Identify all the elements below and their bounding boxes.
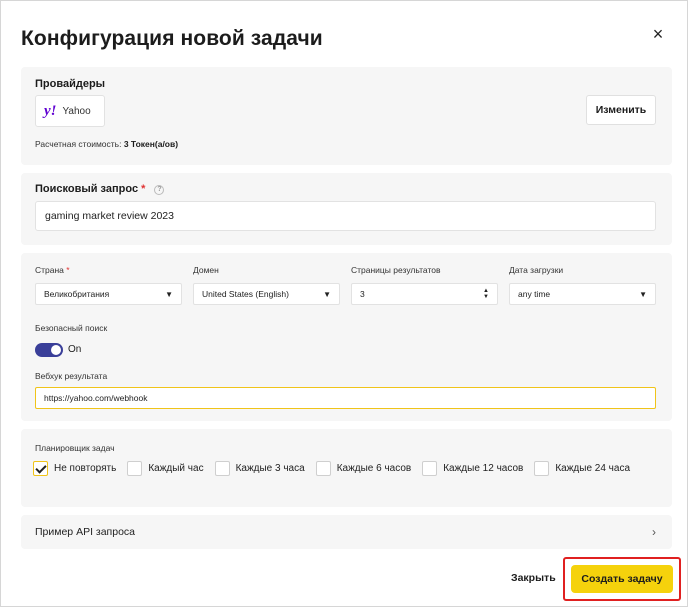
search-settings-section: Страна * Великобритания ▼ Домен United S… [21, 253, 672, 421]
chevron-right-icon: › [652, 525, 656, 539]
checkbox[interactable] [315, 461, 331, 476]
safe-search-toggle[interactable] [35, 343, 63, 357]
schedule-option-3h[interactable]: Каждые 3 часа [214, 461, 305, 476]
dropdown-arrow-icon: ▼ [165, 289, 173, 299]
date-value: any time [518, 289, 551, 299]
schedule-option-24h[interactable]: Каждые 24 часа [534, 461, 630, 476]
close-icon[interactable]: × [649, 25, 667, 43]
country-label: Страна * [35, 265, 70, 275]
checkbox-checked[interactable] [33, 461, 48, 476]
search-query-label: Поисковый запрос * ? [35, 183, 165, 195]
domain-select[interactable]: United States (English) ▼ [193, 283, 340, 305]
domain-label: Домен [193, 265, 219, 275]
scheduler-options: Не повторять Каждый час Каждые 3 часа Ка… [33, 461, 641, 476]
option-label: Каждые 3 часа [235, 463, 305, 474]
option-label: Каждые 24 часа [555, 463, 631, 474]
toggle-knob [51, 345, 61, 355]
required-mark: * [141, 183, 146, 195]
required-mark: * [66, 265, 70, 275]
stepper-arrows-icon[interactable]: ▲ ▼ [483, 288, 489, 300]
cost-value: 3 Токен(а/ов) [123, 139, 179, 149]
provider-name: Yahoo [62, 105, 91, 117]
api-example-accordion[interactable]: Пример API запроса › [21, 515, 672, 549]
dropdown-arrow-icon: ▼ [323, 289, 331, 299]
date-label: Дата загрузки [509, 265, 564, 275]
search-query-input[interactable]: gaming market review 2023 [35, 201, 656, 231]
webhook-input[interactable]: https://yahoo.com/webhook [35, 387, 656, 409]
dialog-title: Конфигурация новой задачи [21, 27, 323, 50]
pages-stepper[interactable]: 3 ▲ ▼ [351, 283, 498, 305]
option-label: Каждые 6 часов [336, 463, 412, 474]
option-label: Не повторять [54, 463, 117, 474]
webhook-label: Вебхук результата [35, 371, 108, 381]
country-value: Великобритания [44, 289, 110, 299]
country-select[interactable]: Великобритания ▼ [35, 283, 182, 305]
providers-section: Провайдеры y! Yahoo Изменить Расчетная с… [21, 67, 672, 165]
option-label: Каждые 12 часов [443, 463, 524, 474]
schedule-option-hourly[interactable]: Каждый час [127, 461, 204, 476]
create-task-button[interactable]: Создать задачу [571, 565, 673, 593]
checkbox[interactable] [214, 461, 230, 476]
api-example-label: Пример API запроса [35, 526, 136, 538]
task-config-dialog: Конфигурация новой задачи × Провайдеры y… [0, 0, 688, 607]
search-query-label-text: Поисковый запрос [35, 183, 139, 195]
close-button[interactable]: Закрыть [511, 572, 556, 584]
provider-chip-yahoo: y! Yahoo [35, 95, 105, 127]
safe-search-state: On [68, 344, 82, 355]
date-select[interactable]: any time ▼ [509, 283, 656, 305]
checkbox[interactable] [534, 461, 550, 476]
schedule-option-no-repeat[interactable]: Не повторять [33, 461, 116, 476]
create-button-highlight: Создать задачу [563, 557, 681, 601]
scheduler-section: Планировщик задач Не повторять Каждый ча… [21, 429, 672, 507]
search-query-section: Поисковый запрос * ? gaming market revie… [21, 173, 672, 245]
pages-label: Страницы результатов [351, 265, 441, 275]
cost-label: Расчетная стоимость: [35, 139, 122, 149]
yahoo-logo-icon: y! [44, 102, 57, 119]
domain-value: United States (English) [202, 289, 289, 299]
option-label: Каждый час [148, 463, 204, 474]
schedule-option-12h[interactable]: Каждые 12 часов [422, 461, 523, 476]
checkbox[interactable] [127, 461, 143, 476]
help-icon[interactable]: ? [154, 185, 165, 195]
estimated-cost: Расчетная стоимость: 3 Токен(а/ов) [35, 139, 178, 149]
schedule-option-6h[interactable]: Каждые 6 часов [315, 461, 412, 476]
scheduler-label: Планировщик задач [35, 443, 115, 453]
checkbox[interactable] [422, 461, 438, 476]
providers-label: Провайдеры [35, 78, 106, 90]
country-label-text: Страна [35, 265, 64, 275]
dropdown-arrow-icon: ▼ [639, 289, 647, 299]
change-providers-button[interactable]: Изменить [586, 95, 656, 125]
safe-search-label: Безопасный поиск [35, 323, 108, 333]
pages-value: 3 [360, 289, 365, 299]
